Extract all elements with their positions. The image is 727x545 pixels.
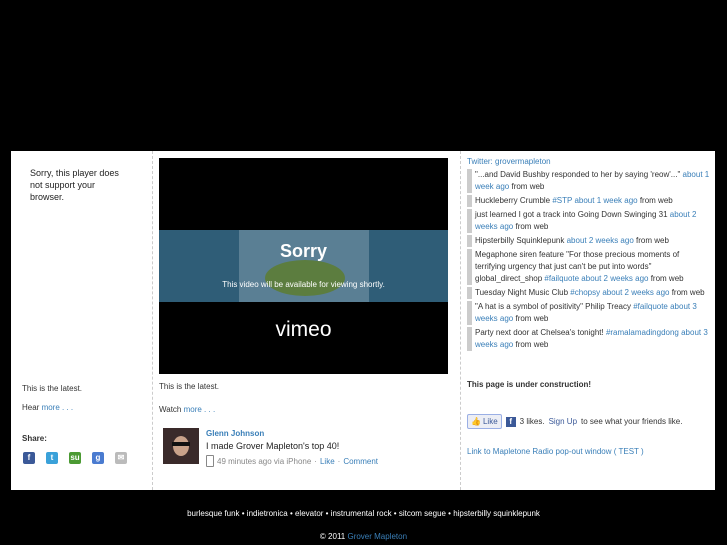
latest-label: This is the latest.	[22, 384, 83, 393]
tweet-text: just learned I got a track into Going Do…	[475, 210, 670, 219]
tweet-source: from web	[513, 314, 549, 323]
post-text: I made Grover Mapleton's top 40!	[206, 441, 340, 451]
copyright-prefix: © 2011	[319, 532, 348, 541]
tweet-item: Party next door at Chelsea's tonight! #r…	[467, 327, 711, 351]
tweet-text: Party next door at Chelsea's tonight!	[475, 328, 606, 337]
avatar-face	[173, 436, 189, 456]
facebook-icon: f	[505, 416, 516, 427]
tweet-link[interactable]: #chopsy about 2 weeks ago	[570, 288, 669, 297]
tweet-source: from web	[637, 196, 673, 205]
tweet-item: "A hat is a symbol of positivity" Philip…	[467, 301, 711, 325]
tweet-item: Megaphone siren feature "For those preci…	[467, 249, 711, 285]
tweet-text: Hipsterbilly Squinklepunk	[475, 236, 567, 245]
globe-graphic	[265, 260, 345, 296]
video-sorry-title: Sorry	[279, 241, 328, 261]
right-column: Twitter: grovermapleton "...and David Bu…	[461, 151, 715, 490]
facebook-post: Glenn Johnson I made Grover Mapleton's t…	[163, 428, 453, 468]
facebook-like-widget: 👍 Like f 3 likes. Sign Up to see what you…	[467, 414, 682, 429]
avatar-glasses	[172, 442, 190, 446]
copyright: © 2011 Grover Mapleton	[0, 532, 727, 541]
post-like-link[interactable]: Like	[320, 457, 335, 466]
player-unsupported-message: Sorry, this player does not support your…	[30, 168, 119, 202]
post-author[interactable]: Glenn Johnson	[206, 429, 264, 438]
video-unavailable-message: This video will be available for viewing…	[222, 280, 385, 289]
tweet-text: "A hat is a symbol of positivity" Philip…	[475, 302, 634, 311]
tweet-text: "...and David Bushby responded to her by…	[475, 170, 683, 179]
stumbleupon-icon[interactable]: su	[69, 452, 81, 464]
fb-like-label: Like	[482, 417, 498, 426]
tweet-text: Tuesday Night Music Club	[475, 288, 571, 297]
tweet-source: from web	[633, 236, 669, 245]
thumbs-up-icon: 👍	[471, 417, 481, 426]
meta-separator: ·	[337, 456, 341, 466]
hear-prefix: Hear	[22, 403, 42, 412]
hear-more: Hear more . . .	[22, 403, 73, 412]
tweet-item: "...and David Bushby responded to her by…	[467, 169, 711, 193]
post-comment-link[interactable]: Comment	[343, 457, 378, 466]
vimeo-logo[interactable]: vimeo	[159, 318, 448, 342]
watch-more: Watch more . . .	[159, 405, 215, 414]
meta-separator: ·	[314, 456, 317, 466]
tweet-item: just learned I got a track into Going Do…	[467, 209, 711, 233]
share-label: Share:	[22, 434, 47, 443]
video-player[interactable]: Sorry This video will be available for v…	[159, 158, 448, 374]
tweet-source: from web	[669, 288, 705, 297]
tweet-source: from web	[648, 274, 684, 283]
phone-icon	[206, 455, 214, 467]
google-icon[interactable]: g	[92, 452, 104, 464]
content-panel: Sorry, this player does not support your…	[11, 151, 715, 490]
tweet-link[interactable]: #STP about 1 week ago	[552, 196, 637, 205]
avatar[interactable]	[163, 428, 199, 464]
twitter-header-link[interactable]: Twitter: grovermapleton	[467, 157, 551, 166]
left-column: Sorry, this player does not support your…	[11, 151, 153, 490]
popout-window-link[interactable]: Link to Mapletone Radio pop-out window (…	[467, 447, 644, 456]
tweet-source: from web	[509, 182, 545, 191]
fb-signup-link[interactable]: Sign Up	[549, 417, 577, 426]
fb-like-button[interactable]: 👍 Like	[467, 414, 502, 429]
fb-like-suffix: to see what your friends like.	[581, 417, 683, 426]
middle-column: Sorry This video will be available for v…	[153, 151, 461, 490]
facebook-icon[interactable]: f	[23, 452, 35, 464]
watch-more-link[interactable]: more . . .	[184, 405, 216, 414]
latest-label: This is the latest.	[159, 382, 220, 391]
watch-prefix: Watch	[159, 405, 184, 414]
post-time: 49 minutes ago via iPhone	[217, 456, 312, 466]
tweet-source: from web	[513, 222, 549, 231]
construction-notice: This page is under construction!	[467, 380, 592, 389]
post-meta: 49 minutes ago via iPhone · Like · Comme…	[206, 455, 378, 467]
tweet-list: "...and David Bushby responded to her by…	[467, 169, 711, 353]
hear-more-link[interactable]: more . . .	[42, 403, 74, 412]
email-icon[interactable]: ✉	[115, 452, 127, 464]
tweet-item: Tuesday Night Music Club #chopsy about 2…	[467, 287, 711, 299]
copyright-link[interactable]: Grover Mapleton	[347, 532, 407, 541]
footer-genre-tags: burlesque funk • indietronica • elevator…	[187, 509, 540, 518]
twitter-icon[interactable]: t	[46, 452, 58, 464]
fb-like-count: 3 likes.	[519, 417, 545, 426]
tweet-item: Huckleberry Crumble #STP about 1 week ag…	[467, 195, 711, 207]
tweet-source: from web	[513, 340, 549, 349]
tweet-item: Hipsterbilly Squinklepunk about 2 weeks …	[467, 235, 711, 247]
tweet-text: Huckleberry Crumble	[475, 196, 553, 205]
share-icons: f t su g ✉	[23, 452, 127, 464]
tweet-link[interactable]: #failquote about 2 weeks ago	[544, 274, 648, 283]
tweet-link[interactable]: about 2 weeks ago	[567, 236, 634, 245]
